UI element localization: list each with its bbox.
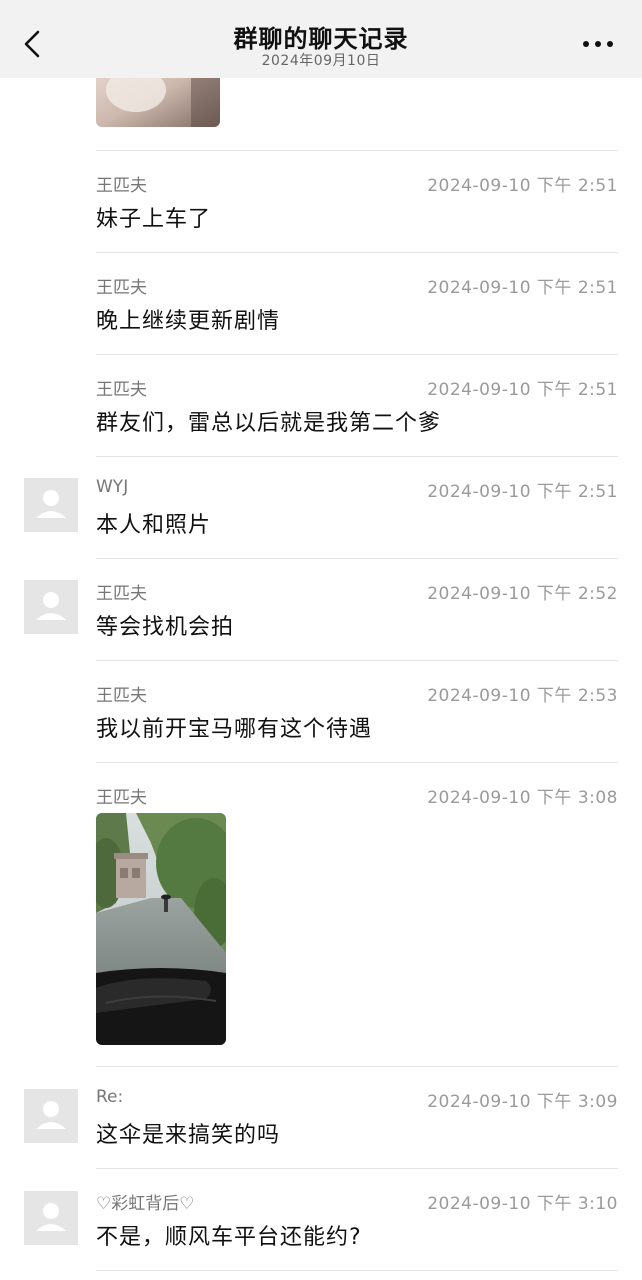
avatar[interactable] [24,1191,78,1245]
message-text: 我以前开宝马哪有这个待遇 [96,717,373,742]
message-timestamp: 2024-09-10 下午 2:53 [427,686,618,706]
message-text: 晚上继续更新剧情 [96,309,281,334]
divider [96,1270,618,1271]
message-sender: 王匹夫 [96,788,147,808]
chat-message[interactable]: 王匹夫 2024-09-10 下午 2:51 群友们，雷总以后就是我第二个爹 [96,354,618,455]
avatar[interactable] [24,478,78,532]
rainy-street-photo [96,813,226,1045]
message-sender: 王匹夫 [96,686,147,706]
chat-message[interactable]: 王匹夫 2024-09-10 下午 2:52 等会找机会拍 [96,558,618,659]
message-timestamp: 2024-09-10 下午 3:10 [427,1194,618,1214]
navigation-bar: 群聊的聊天记录 2024年09月10日 [0,0,642,78]
message-sender: 王匹夫 [96,584,147,604]
message-sender: 王匹夫 [96,278,147,298]
more-options-icon[interactable] [580,32,616,56]
chat-message[interactable]: 王匹夫 2024-09-10 下午 2:51 妹子上车了 [96,150,618,251]
message-text: 等会找机会拍 [96,615,235,640]
message-text: 群友们，雷总以后就是我第二个爹 [96,411,442,436]
default-avatar-icon [36,490,66,518]
default-avatar-icon [36,1203,66,1231]
chat-message[interactable]: 王匹夫 2024-09-10 下午 2:51 晚上继续更新剧情 [96,252,618,353]
chat-message[interactable]: Re: 2024-09-10 下午 3:09 这伞是来搞笑的吗 [96,1066,618,1167]
default-avatar-icon [36,592,66,620]
avatar[interactable] [24,1089,78,1143]
message-sender: Re: [96,1087,124,1107]
chat-message[interactable]: WYJ 2024-09-10 下午 2:51 本人和照片 [96,456,618,557]
message-text: 本人和照片 [96,513,212,538]
message-sender: ♡彩虹背后♡ [96,1194,195,1214]
message-photo[interactable] [96,813,226,1045]
message-timestamp: 2024-09-10 下午 2:52 [427,584,618,604]
page-title: 群聊的聊天记录 [233,25,409,53]
message-text: 这伞是来搞笑的吗 [96,1123,281,1148]
message-timestamp: 2024-09-10 下午 2:51 [427,482,618,502]
message-text: 不是，顺风车平台还能约? [96,1225,362,1250]
message-sender: 王匹夫 [96,176,147,196]
message-timestamp: 2024-09-10 下午 3:09 [427,1092,618,1112]
default-avatar-icon [36,1101,66,1129]
message-timestamp: 2024-09-10 下午 2:51 [427,278,618,298]
message-timestamp: 2024-09-10 下午 2:51 [427,380,618,400]
chat-message[interactable]: 王匹夫 2024-09-10 下午 3:08 [96,762,618,1065]
avatar[interactable] [24,580,78,634]
chat-message[interactable]: 王匹夫 2024-09-10 下午 2:53 我以前开宝马哪有这个待遇 [96,660,618,761]
message-sender: 王匹夫 [96,380,147,400]
chat-date: 2024年09月10日 [261,53,381,69]
message-sender: WYJ [96,477,129,497]
message-timestamp: 2024-09-10 下午 2:51 [427,176,618,196]
chat-message[interactable]: ♡彩虹背后♡ 2024-09-10 下午 3:10 不是，顺风车平台还能约? [96,1168,618,1269]
message-timestamp: 2024-09-10 下午 3:08 [427,788,618,808]
message-text: 妹子上车了 [96,207,212,232]
